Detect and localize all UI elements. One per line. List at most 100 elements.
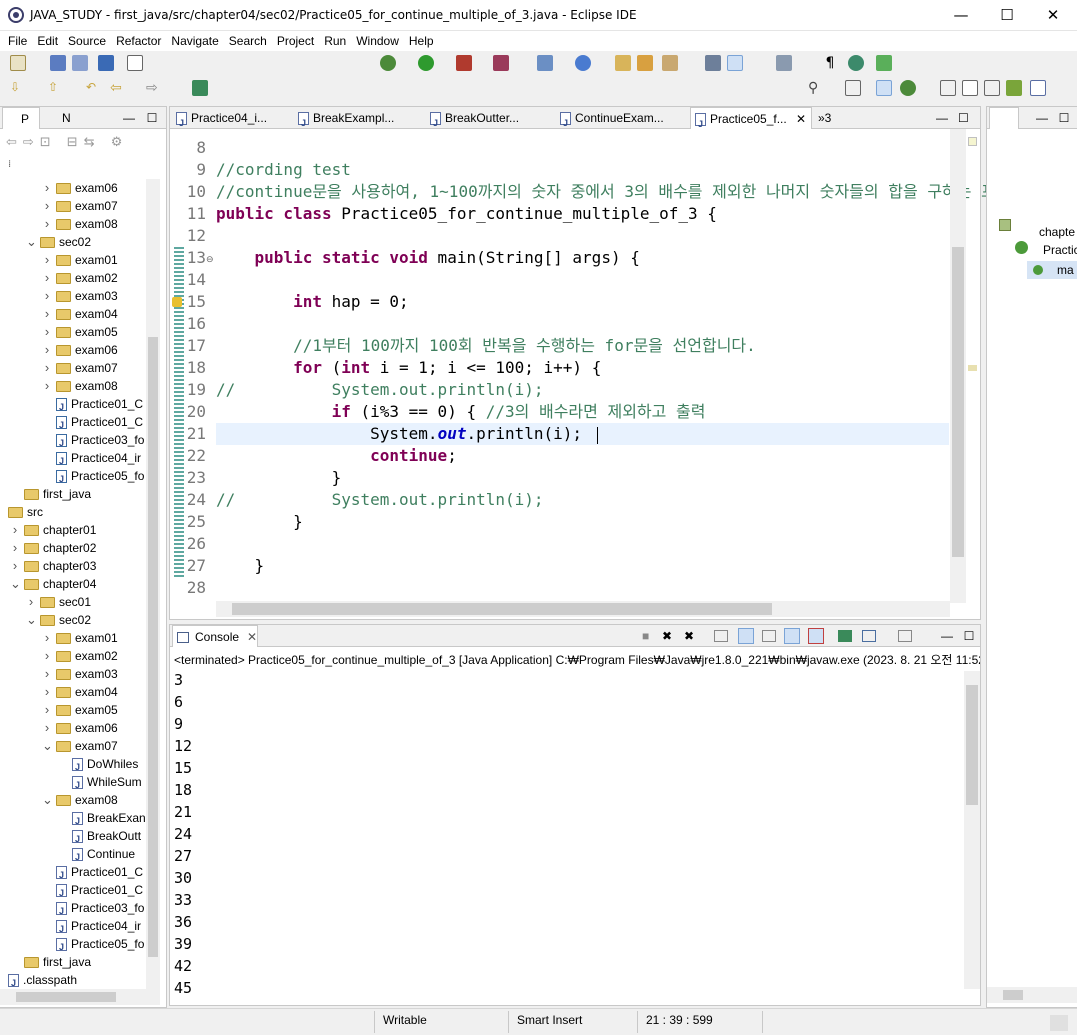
open-console-icon[interactable] [898,630,912,642]
code-line[interactable]: //cording test [216,159,351,181]
web-browser-icon[interactable] [848,55,864,71]
tree-item[interactable]: › exam06 [42,719,118,737]
tab-console[interactable]: Console ✕ [172,625,258,647]
collapsed-twisty-icon[interactable]: › [42,665,52,683]
coverage-icon[interactable] [456,55,472,71]
tree-item[interactable]: › exam08 [42,215,118,233]
tree-item[interactable]: Practice03_fo [56,899,144,920]
collapsed-twisty-icon[interactable]: › [42,341,52,359]
tree-item[interactable]: Practice05_fo [56,935,144,956]
code-line[interactable]: // System.out.println(i); [216,379,544,401]
minimize-view-icon[interactable]: — [1035,107,1049,129]
code-line[interactable]: } [216,511,303,533]
tree-item[interactable]: › exam06 [42,341,118,359]
scrollbar-thumb[interactable] [232,603,772,615]
editor-horizontal-scrollbar[interactable] [216,601,950,617]
warning-marker-icon[interactable] [172,297,182,307]
close-tab-icon[interactable]: ✕ [793,112,806,126]
scroll-lock-icon[interactable] [738,628,754,644]
tree-item[interactable]: Practice01_C [56,881,143,902]
save-icon[interactable] [50,55,66,71]
tree-item[interactable]: .classpath [8,971,77,989]
collapsed-twisty-icon[interactable]: › [10,557,20,575]
code-line[interactable]: continue; [216,445,457,467]
code-line[interactable]: public static void main(String[] args) { [216,247,640,269]
tab-package-explorer[interactable]: P [2,107,40,129]
menu-refactor[interactable]: Refactor [111,31,166,51]
maximize-button[interactable]: ☐ [984,0,1030,31]
minimize-view-icon[interactable]: — [940,625,954,647]
collapsed-twisty-icon[interactable]: › [42,647,52,665]
editor-tab[interactable]: Practice04_i... [172,107,290,129]
search-icon[interactable]: ⚲ [808,80,824,96]
tree-item[interactable]: › exam05 [42,701,118,719]
menu-navigate[interactable]: Navigate [166,31,223,51]
tree-item[interactable]: › exam01 [42,251,118,269]
maximize-view-icon[interactable]: ☐ [145,107,159,129]
tree-item[interactable]: › exam04 [42,683,118,701]
block-selection-icon[interactable] [776,55,792,71]
next-annotation-icon[interactable]: ⇩ [10,80,26,96]
tree-item[interactable]: › chapter01 [10,521,97,539]
scrollbar-thumb[interactable] [1003,990,1023,1000]
open-view-icon[interactable] [1006,80,1022,96]
menu-run[interactable]: Run [319,31,351,51]
terminate-icon[interactable]: ■ [642,625,656,647]
tree-item[interactable]: Practice01_C [56,395,143,416]
tree-item[interactable]: › chapter03 [10,557,97,575]
menu-file[interactable]: File [3,31,32,51]
show-on-output-icon[interactable] [784,628,800,644]
remove-launch-icon[interactable]: ✖ [662,625,676,647]
new-java-project-icon[interactable] [537,55,553,71]
code-line[interactable]: //continue문을 사용하여, 1~100까지의 숫자 중에서 3의 배수… [216,181,996,203]
code-line[interactable]: // System.out.println(i); [216,489,544,511]
collapsed-twisty-icon[interactable]: › [42,197,52,215]
tree-item[interactable]: › chapter02 [10,539,97,557]
collapsed-twisty-icon[interactable]: › [42,251,52,269]
tree-item[interactable]: › sec01 [26,593,91,611]
tree-item[interactable]: Continue [72,845,135,866]
tree-item[interactable]: ⌄ sec02 [26,233,91,251]
open-type-icon[interactable] [615,55,631,71]
menu-source[interactable]: Source [63,31,111,51]
tree-vertical-scrollbar[interactable] [146,179,160,989]
new-icon[interactable] [10,55,26,71]
task-list-icon[interactable] [1030,80,1046,96]
view-menu-icon[interactable]: ⁞ [8,159,11,170]
tab-outline[interactable] [989,107,1019,129]
outline-horizontal-scrollbar[interactable] [987,987,1077,1003]
collapsed-twisty-icon[interactable]: › [42,269,52,287]
collapsed-twisty-icon[interactable]: › [42,359,52,377]
console-vertical-scrollbar[interactable] [964,671,980,989]
editor-tab[interactable]: ContinueExam... [556,107,686,129]
view-layout-icon[interactable] [984,80,1000,96]
tree-item[interactable]: BreakOutt [72,827,141,848]
skip-breakpoints-icon[interactable] [127,55,143,71]
tree-item[interactable]: › exam03 [42,287,118,305]
tree-item[interactable]: ⌄ exam07 [42,737,118,755]
tree-item[interactable]: › exam02 [42,269,118,287]
menu-help[interactable]: Help [404,31,439,51]
last-edit-icon[interactable]: ↶ [86,80,102,96]
collapsed-twisty-icon[interactable]: › [42,179,52,197]
tree-item[interactable]: Practice03_fo [56,431,144,452]
menu-edit[interactable]: Edit [32,31,63,51]
close-button[interactable]: ✕ [1030,0,1076,31]
tree-item[interactable]: DoWhiles [72,755,138,776]
collapsed-twisty-icon[interactable]: › [42,323,52,341]
annotation-icon[interactable] [705,55,721,71]
tree-item[interactable]: › exam01 [42,629,118,647]
team-sync-icon[interactable] [876,55,892,71]
menu-project[interactable]: Project [272,31,319,51]
expanded-twisty-icon[interactable]: ⌄ [10,575,21,593]
show-on-error-icon[interactable] [808,628,824,644]
search-icon-toolbar[interactable] [662,55,678,71]
minimize-view-icon[interactable]: — [122,107,136,129]
open-task-icon[interactable] [637,55,653,71]
scrollbar-thumb[interactable] [966,685,978,805]
editor-vertical-scrollbar[interactable] [950,129,966,603]
minimize-view-icon[interactable]: — [936,107,950,129]
forward-icon[interactable]: ⇨ [146,80,162,96]
tree-item[interactable]: › exam06 [42,179,118,197]
debug-perspective-icon[interactable] [900,80,916,96]
